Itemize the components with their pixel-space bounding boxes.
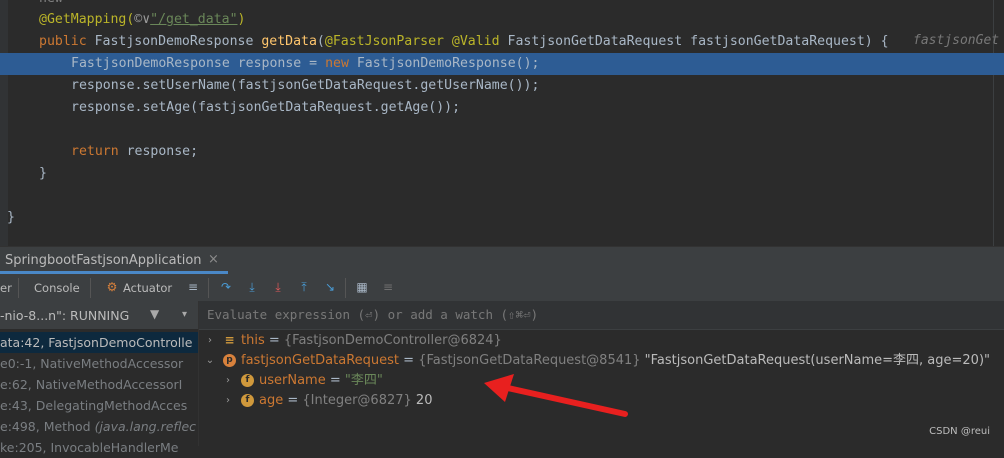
code-text: FastjsonDemoResponse response = [71, 56, 326, 71]
evaluate-expression-icon[interactable]: ▦ [354, 279, 370, 295]
code-text: response.setUserName(fastjsonGetDataRequ… [71, 78, 540, 93]
code-text: } [7, 210, 15, 225]
run-config-tab[interactable]: SpringbootFastjsonApplication [5, 253, 202, 268]
equals: = [399, 353, 419, 368]
frames-panel: -nio-8...n": RUNNING ▼ ▾ ata:42, Fastjso… [0, 301, 198, 455]
trace-icon[interactable]: ≡ [380, 279, 396, 295]
annotation-valid: @Valid [451, 34, 500, 49]
debug-toolbar: er Console ⚙ Actuator ≡ ↷ ⤓ ⤓ ⤒ ↘ ▦ ≡ [0, 275, 1004, 302]
method-name: getData [261, 34, 317, 49]
annotation-text: @GetMapping( [39, 12, 135, 27]
variable-name: fastjsonGetDataRequest [241, 353, 400, 368]
code-line-close-class: } [0, 207, 1004, 229]
variable-name: this [241, 333, 265, 348]
variable-row-request[interactable]: ⌄ p fastjsonGetDataRequest = {FastjsonGe… [199, 351, 1004, 371]
frame-class: (java.lang.reflec [94, 419, 197, 434]
equals: = [283, 393, 303, 408]
thread-selector[interactable]: -nio-8...n": RUNNING ▼ ▾ [0, 301, 198, 329]
variable-ref: {FastjsonDemoController@6824} [283, 333, 502, 348]
keyword-new: new [325, 56, 349, 71]
equals: = [264, 333, 284, 348]
evaluate-expression-field[interactable]: Evaluate expression (⏎) or add a watch (… [199, 301, 1004, 330]
code-line-set-username: response.setUserName(fastjsonGetDataRequ… [0, 75, 1004, 97]
stack-frame[interactable]: e0:-1, NativeMethodAccessor [0, 353, 198, 374]
variable-name: age [259, 393, 284, 408]
divider [90, 278, 91, 298]
paren: ( [316, 34, 325, 49]
divider [18, 278, 19, 298]
code-line-getmapping: @GetMapping(©∨"/get_data") [0, 9, 1004, 31]
chevron-down-icon[interactable]: ▾ [182, 309, 187, 320]
variable-row-username[interactable]: › f userName = "李四" [199, 371, 1004, 391]
variable-row-this[interactable]: › ≡ this = {FastjsonDemoController@6824} [199, 331, 1004, 351]
step-into-icon[interactable]: ⤓ [270, 279, 286, 295]
step-over-icon[interactable]: ⤓ [244, 279, 260, 295]
code-text: } [39, 166, 47, 181]
run-to-cursor-icon[interactable]: ↘ [322, 279, 338, 295]
field-icon: f [241, 374, 254, 387]
tab-console[interactable]: Console [34, 281, 80, 295]
menu-icon[interactable]: ≡ [185, 279, 201, 295]
route-string[interactable]: "/get_data" [150, 12, 237, 27]
stack-frame[interactable]: e:62, NativeMethodAccessorI [0, 374, 198, 395]
show-execution-point-icon[interactable]: ↷ [218, 279, 234, 295]
variable-name: userName [259, 373, 326, 388]
stack-frame[interactable]: e:498, Method (java.lang.reflec [0, 416, 198, 437]
divider [345, 278, 346, 298]
parameter-icon: p [223, 354, 236, 367]
code-line-method-signature: public FastjsonDemoResponse getData(@Fas… [0, 31, 1004, 53]
annotation-fastjsonparser: @FastJsonParser [324, 34, 444, 49]
filter-icon[interactable]: ▼ [150, 307, 159, 321]
collapse-chevron-icon[interactable]: ⌄ [204, 351, 216, 371]
variable-value: "FastjsonGetDataRequest(userName=李四, age… [644, 353, 991, 368]
field-icon: f [241, 394, 254, 407]
variable-ref: {Integer@6827} [302, 393, 412, 408]
code-line-current-execution: FastjsonDemoResponse response = new Fast… [0, 53, 1004, 75]
return-type: FastjsonDemoResponse [94, 34, 254, 49]
code-text: response.setAge(fastjsonGetDataRequest.g… [71, 100, 461, 115]
code-text: new [0, 0, 63, 6]
debug-panel-header: SpringbootFastjsonApplication × [0, 246, 1004, 275]
expand-chevron-icon[interactable]: › [204, 331, 216, 351]
stack-icon: ≡ [224, 333, 235, 347]
code-editor[interactable]: new @GetMapping(©∨"/get_data") public Fa… [0, 0, 1004, 246]
variable-value: 20 [415, 393, 433, 408]
actuator-icon: ⚙ [106, 280, 118, 294]
code-text: FastjsonDemoResponse(); [348, 56, 540, 71]
step-out-icon[interactable]: ⤒ [296, 279, 312, 295]
expand-chevron-icon[interactable]: › [222, 391, 234, 411]
watermark: CSDN @reui [929, 426, 990, 437]
variable-row-age[interactable]: › f age = {Integer@6827} 20 [199, 391, 1004, 411]
stack-frame[interactable]: e:43, DelegatingMethodAcces [0, 395, 198, 416]
evaluate-placeholder: Evaluate expression (⏎) or add a watch (… [207, 307, 539, 322]
annotation-close: ) [237, 12, 246, 27]
divider [208, 278, 209, 298]
thread-name: -nio-8...n": RUNNING [0, 308, 130, 323]
frame-text: e:498, Method [0, 419, 91, 434]
code-line-close-method: } [0, 163, 1004, 185]
stack-frame[interactable]: ke:205, InvocableHandlerMe [0, 437, 198, 458]
inlay-hint: fastjsonGet [913, 33, 1000, 48]
endpoint-icon[interactable]: ©∨ [134, 12, 150, 27]
active-tab-indicator [0, 271, 228, 274]
equals: = [325, 373, 345, 388]
code-line-set-age: response.setAge(fastjsonGetDataRequest.g… [0, 97, 1004, 119]
tab-actuator[interactable]: Actuator [123, 281, 172, 295]
variables-panel: Evaluate expression (⏎) or add a watch (… [199, 301, 1004, 446]
keyword-public: public [39, 34, 87, 49]
tab-debugger[interactable]: er [0, 281, 12, 295]
code-line-return: return response; [0, 141, 1004, 163]
code-text: response; [118, 144, 199, 159]
keyword-return: return [71, 144, 119, 159]
close-icon[interactable]: × [208, 252, 219, 267]
stack-frame[interactable]: ata:42, FastjsonDemoControlle [0, 332, 198, 353]
expand-chevron-icon[interactable]: › [222, 371, 234, 391]
method-params: FastjsonGetDataRequest fastjsonGetDataRe… [507, 34, 889, 49]
variable-value: "李四" [344, 373, 383, 388]
variable-ref: {FastjsonGetDataRequest@8541} [418, 353, 641, 368]
